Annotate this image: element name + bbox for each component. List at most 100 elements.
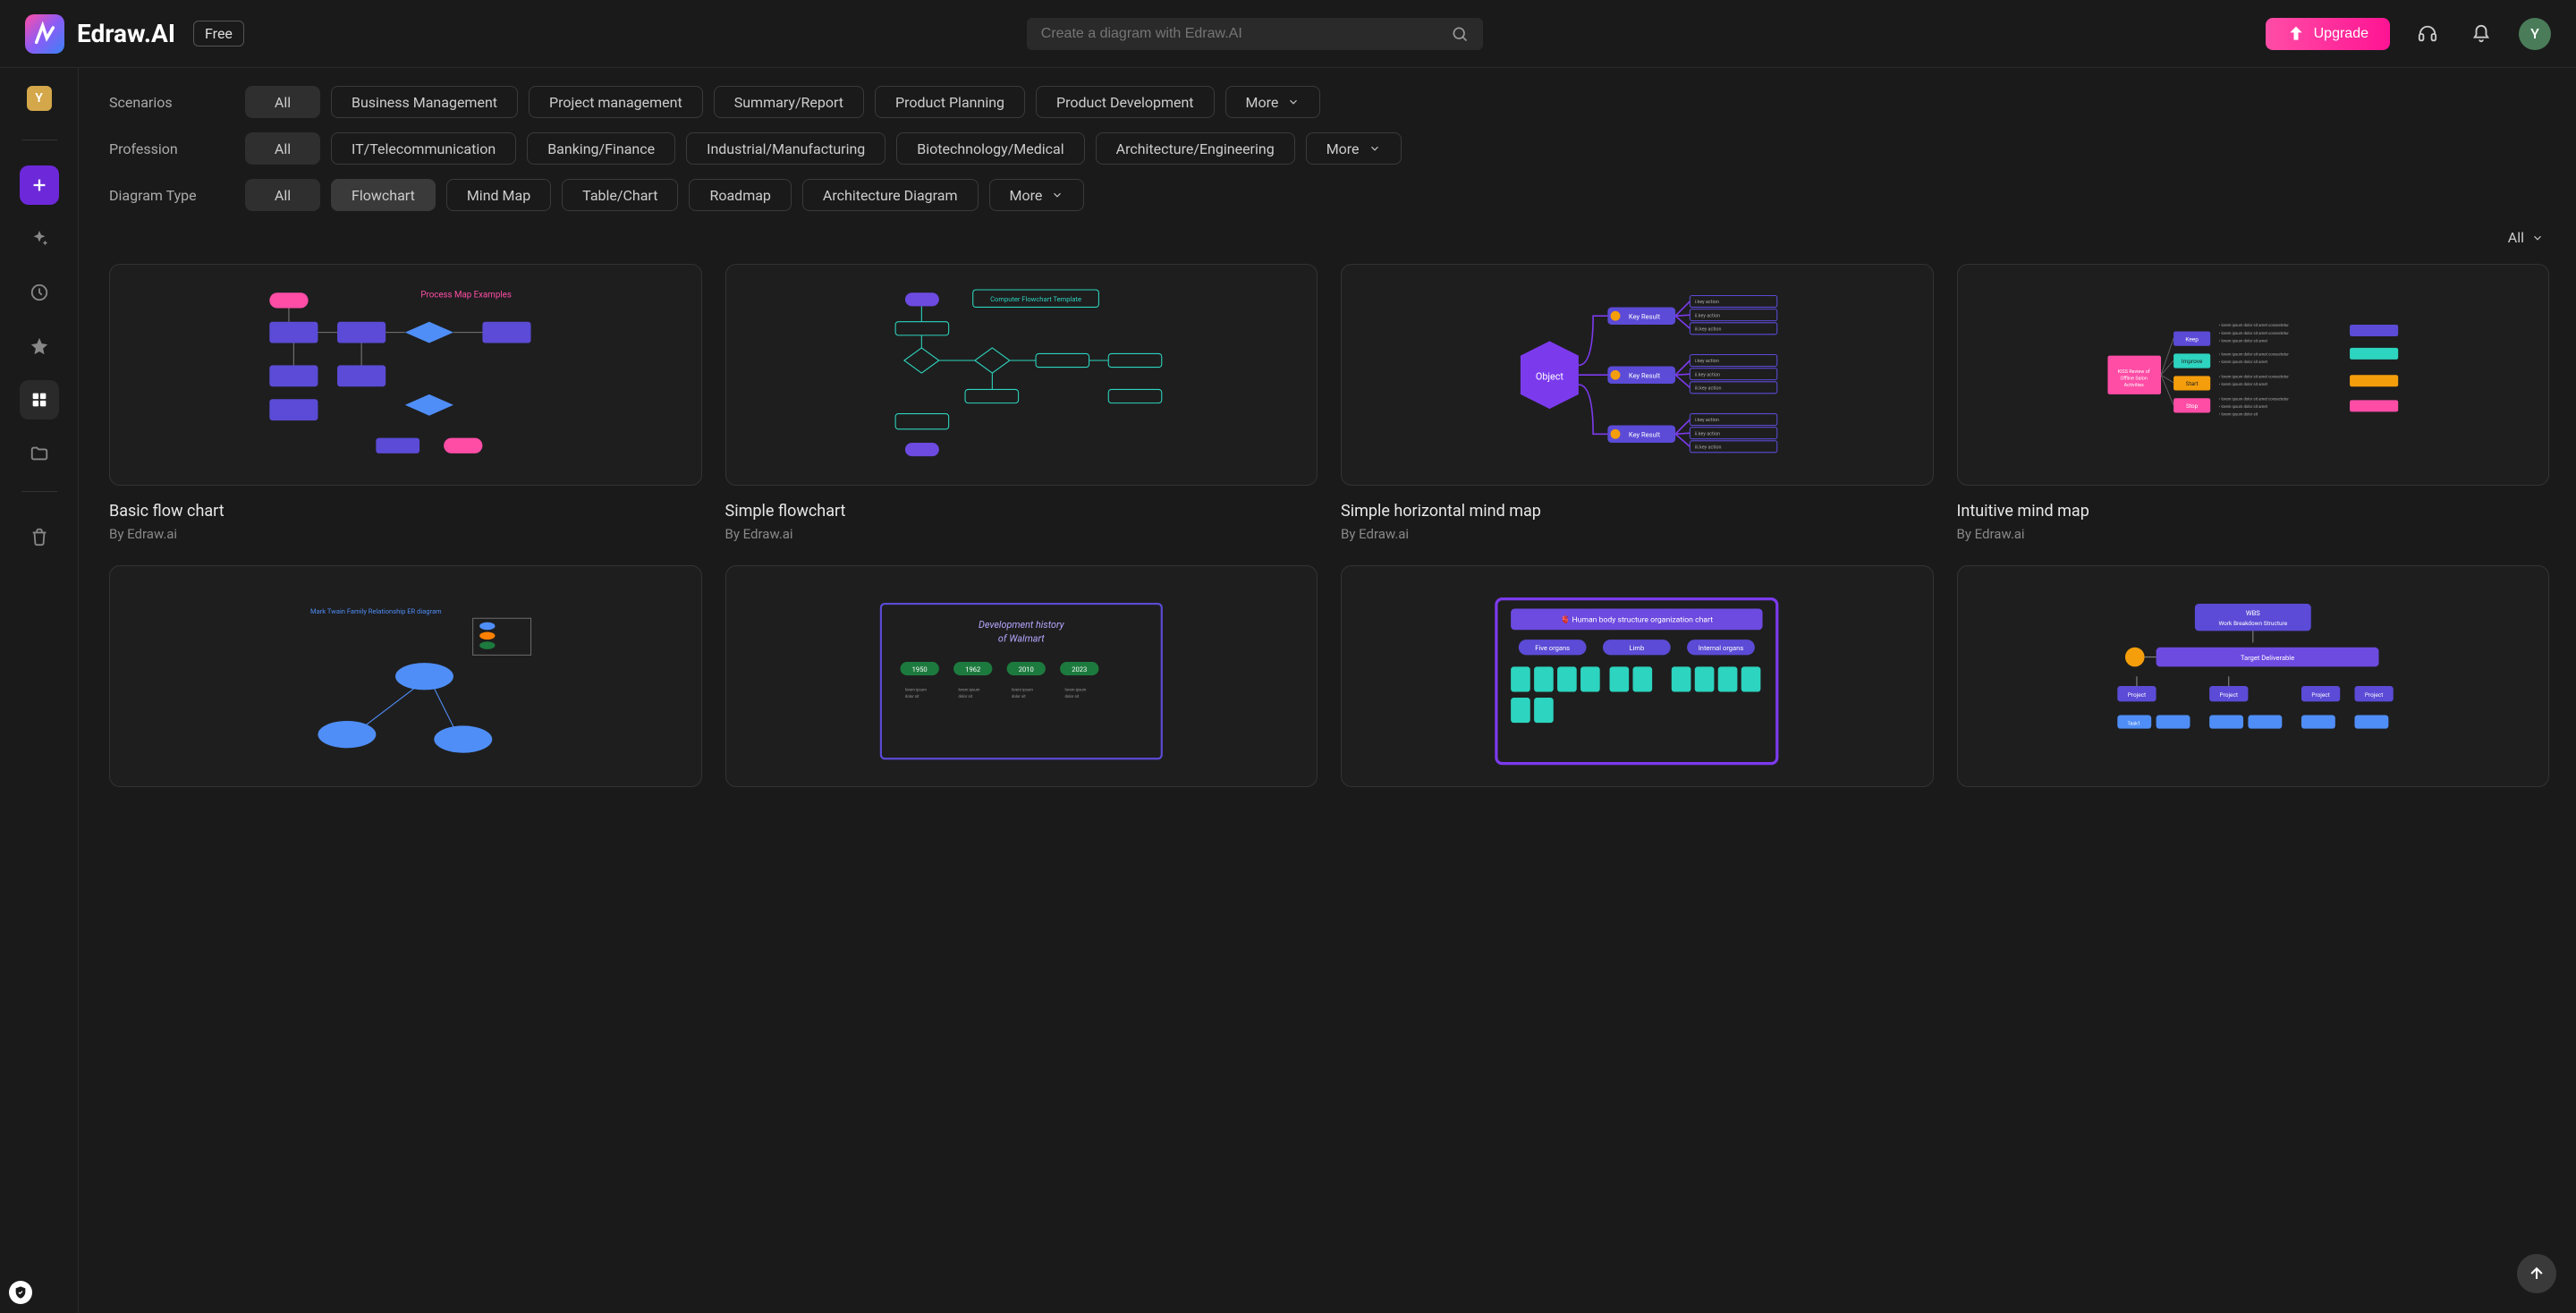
svg-text:lorem ipsum: lorem ipsum xyxy=(1012,688,1033,692)
more-label: More xyxy=(1326,140,1360,157)
svg-text:Key Result: Key Result xyxy=(1629,371,1661,379)
svg-text:Project: Project xyxy=(2365,691,2383,699)
svg-text:i.key action: i.key action xyxy=(1695,418,1719,423)
filter-pill[interactable]: Project management xyxy=(529,86,703,118)
svg-text:iii.key action: iii.key action xyxy=(1695,385,1722,391)
logo-text: Edraw.AI xyxy=(77,19,175,48)
svg-text:dolor sit: dolor sit xyxy=(958,695,972,699)
search-box[interactable] xyxy=(1027,18,1483,50)
svg-text:Start: Start xyxy=(2186,380,2199,387)
filter-pill-more[interactable]: More xyxy=(1306,132,1402,165)
svg-text:Key Result: Key Result xyxy=(1629,430,1661,438)
template-thumbnail[interactable]: Development history of Walmart 1950 1962… xyxy=(725,565,1318,787)
header-center xyxy=(244,18,2266,50)
svg-text:Target Deliverable: Target Deliverable xyxy=(2241,654,2294,662)
template-card: Computer Flowchart Template xyxy=(725,264,1318,542)
svg-text:lorem ipsum: lorem ipsum xyxy=(905,688,927,692)
svg-text:• lorem ipsum dolor sit amet: • lorem ipsum dolor sit amet xyxy=(2219,339,2268,343)
search-input[interactable] xyxy=(1041,26,1451,42)
sidebar: Y xyxy=(0,68,79,1313)
svg-text:Stop: Stop xyxy=(2186,402,2199,410)
template-thumbnail[interactable]: KISS Review of Offline Salon Activities … xyxy=(1957,264,2550,486)
svg-text:Work Breakdown Structure: Work Breakdown Structure xyxy=(2218,620,2287,627)
search-icon[interactable] xyxy=(1451,25,1469,43)
svg-text:lorem ipsum: lorem ipsum xyxy=(1064,688,1086,692)
svg-text:Mark Twain Family Relationship: Mark Twain Family Relationship ER diagra… xyxy=(310,607,442,615)
notification-icon[interactable] xyxy=(2465,18,2497,50)
template-author: By Edraw.ai xyxy=(1341,526,1934,542)
template-thumbnail[interactable]: Object Key Result Key Result Key Result xyxy=(1341,264,1934,486)
sidebar-item-recent[interactable] xyxy=(20,273,59,312)
filter-pill-all[interactable]: All xyxy=(245,179,320,211)
filter-pill[interactable]: Industrial/Manufacturing xyxy=(686,132,886,165)
filter-pill[interactable]: Table/Chart xyxy=(562,179,678,211)
svg-text:Task1: Task1 xyxy=(2127,721,2140,726)
filter-pill-all[interactable]: All xyxy=(245,86,320,118)
filter-pill-all[interactable]: All xyxy=(245,132,320,165)
sidebar-item-folders[interactable] xyxy=(20,434,59,473)
upgrade-button[interactable]: Upgrade xyxy=(2266,18,2390,50)
filter-pill[interactable]: Business Management xyxy=(331,86,518,118)
workspace-avatar[interactable]: Y xyxy=(27,86,52,111)
filter-row-diagram-type: Diagram Type All Flowchart Mind Map Tabl… xyxy=(109,179,2549,211)
template-thumbnail[interactable]: WBS Work Breakdown Structure Target Deli… xyxy=(1957,565,2550,787)
template-card: Development history of Walmart 1950 1962… xyxy=(725,565,1318,787)
svg-text:dolor sit: dolor sit xyxy=(1012,695,1026,699)
filter-label: Scenarios xyxy=(109,94,234,111)
sidebar-item-create[interactable] xyxy=(20,165,59,205)
sidebar-item-trash[interactable] xyxy=(20,517,59,556)
security-badge-icon[interactable] xyxy=(9,1281,32,1304)
user-avatar[interactable]: Y xyxy=(2519,18,2551,50)
filter-pill-more[interactable]: More xyxy=(989,179,1085,211)
template-title: Basic flow chart xyxy=(109,502,702,521)
svg-text:ii.key action: ii.key action xyxy=(1695,372,1720,377)
template-card: Mark Twain Family Relationship ER diagra… xyxy=(109,565,702,787)
filter-pill-more[interactable]: More xyxy=(1225,86,1321,118)
template-thumbnail[interactable]: Computer Flowchart Template xyxy=(725,264,1318,486)
filter-pill[interactable]: Mind Map xyxy=(446,179,551,211)
filter-pill[interactable]: Product Development xyxy=(1036,86,1215,118)
svg-text:Process Map Examples: Process Map Examples xyxy=(421,290,513,300)
svg-text:1962: 1962 xyxy=(965,665,980,673)
svg-text:of Walmart: of Walmart xyxy=(998,632,1045,644)
svg-text:2023: 2023 xyxy=(1072,665,1087,673)
sort-dropdown[interactable]: All xyxy=(2508,229,2544,246)
svg-text:• lorem ipsum dolor sit amet c: • lorem ipsum dolor sit amet consectetur xyxy=(2219,352,2289,357)
svg-text:dolor sit: dolor sit xyxy=(905,695,919,699)
filter-pill[interactable]: Architecture Diagram xyxy=(802,179,979,211)
chevron-down-icon xyxy=(1368,142,1381,155)
support-icon[interactable] xyxy=(2411,18,2444,50)
header: Edraw.AI Free Upgrade Y xyxy=(0,0,2576,68)
template-thumbnail[interactable]: 🫀 Human body structure organization char… xyxy=(1341,565,1934,787)
plan-badge: Free xyxy=(193,21,244,47)
svg-text:Improve: Improve xyxy=(2182,358,2203,365)
filter-pill[interactable]: Roadmap xyxy=(689,179,791,211)
svg-text:iii.key action: iii.key action xyxy=(1695,445,1722,450)
logo-icon xyxy=(25,14,64,54)
filter-pill[interactable]: IT/Telecommunication xyxy=(331,132,516,165)
filter-pill[interactable]: Banking/Finance xyxy=(527,132,675,165)
svg-text:• lorem ipsum dolor sit: • lorem ipsum dolor sit xyxy=(2219,412,2258,417)
svg-text:Activities: Activities xyxy=(2124,383,2144,388)
more-label: More xyxy=(1010,187,1043,204)
svg-text:🫀 Human body structure organi: 🫀 Human body structure organization char… xyxy=(1561,614,1714,624)
logo[interactable]: Edraw.AI Free xyxy=(25,14,244,54)
scroll-to-top-button[interactable] xyxy=(2517,1254,2556,1293)
sort-row: All xyxy=(109,229,2549,246)
filter-pill[interactable]: Product Planning xyxy=(875,86,1025,118)
svg-text:• lorem ipsum dolor sit amet c: • lorem ipsum dolor sit amet consectetur xyxy=(2219,375,2289,379)
filter-pill[interactable]: Summary/Report xyxy=(714,86,864,118)
template-thumbnail[interactable]: Process Map Examples xyxy=(109,264,702,486)
template-author: By Edraw.ai xyxy=(109,526,702,542)
sidebar-item-templates[interactable] xyxy=(20,380,59,419)
svg-text:Internal organs: Internal organs xyxy=(1699,644,1744,652)
svg-text:dolor sit: dolor sit xyxy=(1064,695,1079,699)
sidebar-item-ai[interactable] xyxy=(20,219,59,258)
template-thumbnail[interactable]: Mark Twain Family Relationship ER diagra… xyxy=(109,565,702,787)
svg-text:KISS Review of: KISS Review of xyxy=(2118,368,2150,375)
filter-pill[interactable]: Architecture/Engineering xyxy=(1096,132,1295,165)
sidebar-item-favorites[interactable] xyxy=(20,326,59,366)
filter-pill[interactable]: Biotechnology/Medical xyxy=(896,132,1084,165)
svg-text:Key Result: Key Result xyxy=(1629,312,1661,320)
filter-pill-selected[interactable]: Flowchart xyxy=(331,179,436,211)
